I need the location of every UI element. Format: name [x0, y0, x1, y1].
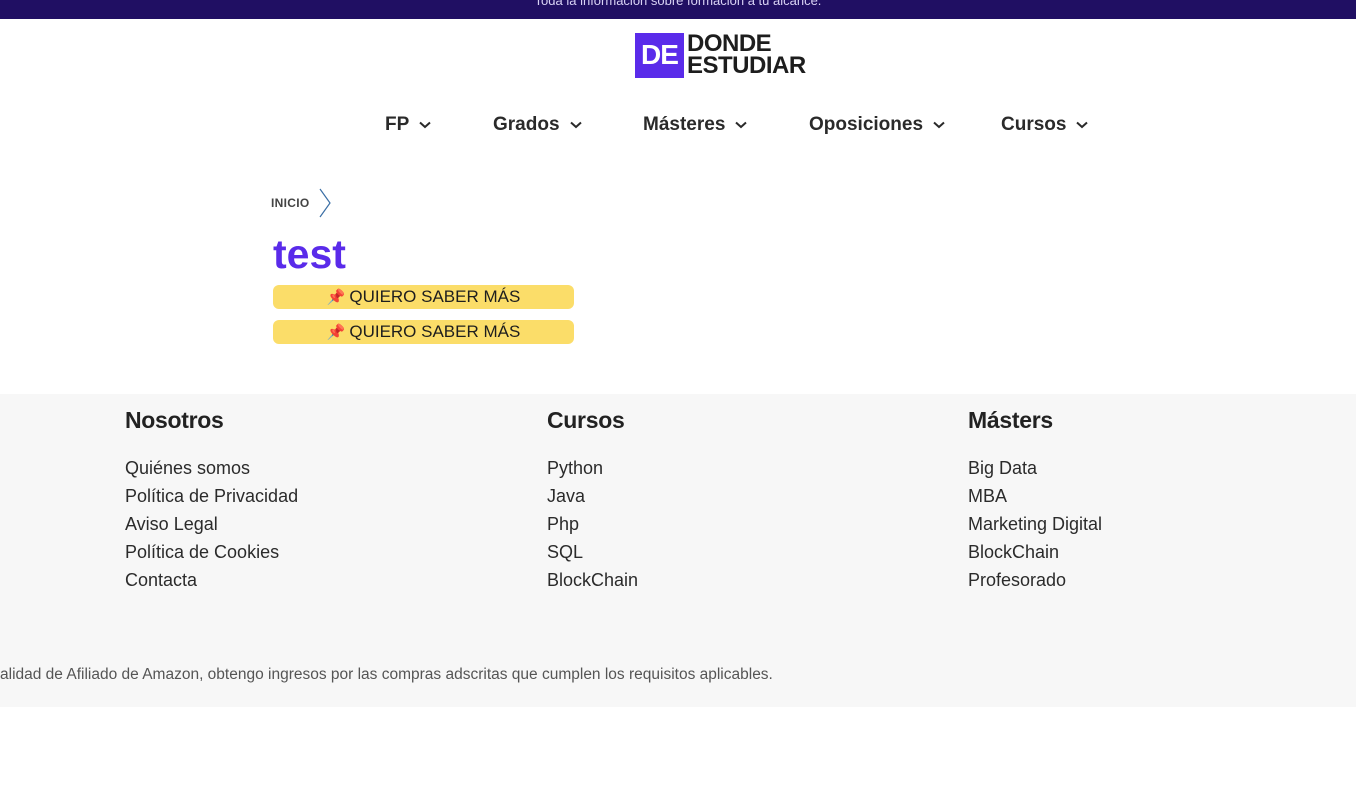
footer-link[interactable]: Big Data — [968, 454, 1102, 482]
nav-label: Oposiciones — [809, 114, 924, 135]
footer-link[interactable]: Marketing Digital — [968, 510, 1102, 538]
chevron-right-icon — [319, 188, 332, 218]
footer-link[interactable]: Quiénes somos — [125, 454, 298, 482]
footer-link[interactable]: Política de Cookies — [125, 538, 298, 566]
nav-label: Másteres — [643, 114, 726, 135]
footer-link-list: Big Data MBA Marketing Digital BlockChai… — [968, 454, 1102, 594]
footer-link-list: Python Java Php SQL BlockChain — [547, 454, 638, 594]
footer-heading: Cursos — [547, 407, 625, 433]
footer-column-nosotros: Nosotros Quiénes somos Política de Priva… — [125, 406, 298, 594]
footer-column-masters: Másters Big Data MBA Marketing Digital B… — [968, 406, 1102, 594]
footer-link[interactable]: Contacta — [125, 566, 298, 594]
nav-label: Grados — [493, 114, 560, 135]
site-footer: Nosotros Quiénes somos Política de Priva… — [0, 394, 1356, 707]
footer-link[interactable]: MBA — [968, 482, 1102, 510]
footer-link[interactable]: Política de Privacidad — [125, 482, 298, 510]
nav-item-cursos[interactable]: Cursos — [1001, 114, 1089, 136]
affiliate-disclaimer: alidad de Afiliado de Amazon, obtengo in… — [0, 666, 773, 683]
breadcrumb: INICIO — [271, 188, 332, 218]
nav-item-fp[interactable]: FP — [385, 114, 432, 136]
logo-line-2: ESTUDIAR — [687, 52, 806, 79]
announcement-text: Toda la información sobre formación a tu… — [534, 0, 822, 8]
footer-link[interactable]: Php — [547, 510, 638, 538]
breadcrumb-home-link[interactable]: INICIO — [271, 196, 309, 210]
page-title: test — [273, 231, 346, 277]
logo-wordmark: DONDE ESTUDIAR — [687, 32, 806, 79]
chevron-down-icon — [1075, 118, 1089, 132]
site-logo[interactable]: DE DONDE ESTUDIAR — [635, 32, 806, 78]
chevron-down-icon — [569, 118, 583, 132]
cta-button[interactable]: 📌 QUIERO SABER MÁS — [273, 285, 574, 309]
footer-link[interactable]: Aviso Legal — [125, 510, 298, 538]
cta-button[interactable]: 📌 QUIERO SABER MÁS — [273, 320, 574, 344]
nav-label: Cursos — [1001, 114, 1067, 135]
pushpin-icon: 📌 — [326, 324, 346, 341]
footer-link[interactable]: SQL — [547, 538, 638, 566]
top-announcement-bar: Toda la información sobre formación a tu… — [0, 0, 1356, 19]
pushpin-icon: 📌 — [326, 289, 346, 306]
main-nav: FP Grados Másteres Oposiciones Cursos — [0, 114, 1356, 138]
footer-link[interactable]: Java — [547, 482, 638, 510]
chevron-down-icon — [418, 118, 432, 132]
cta-label: QUIERO SABER MÁS — [349, 322, 521, 341]
nav-label: FP — [385, 114, 410, 135]
chevron-down-icon — [932, 118, 946, 132]
nav-item-oposiciones[interactable]: Oposiciones — [809, 114, 946, 136]
footer-link[interactable]: Profesorado — [968, 566, 1102, 594]
footer-column-cursos: Cursos Python Java Php SQL BlockChain — [547, 406, 638, 594]
cta-label: QUIERO SABER MÁS — [349, 287, 521, 306]
chevron-down-icon — [734, 118, 748, 132]
footer-link-list: Quiénes somos Política de Privacidad Avi… — [125, 454, 298, 594]
footer-link[interactable]: BlockChain — [547, 566, 638, 594]
footer-link[interactable]: BlockChain — [968, 538, 1102, 566]
footer-link[interactable]: Python — [547, 454, 638, 482]
logo-mark: DE — [635, 32, 684, 78]
nav-item-masteres[interactable]: Másteres — [643, 114, 748, 136]
nav-item-grados[interactable]: Grados — [493, 114, 583, 136]
footer-heading: Nosotros — [125, 407, 224, 433]
footer-heading: Másters — [968, 407, 1053, 433]
